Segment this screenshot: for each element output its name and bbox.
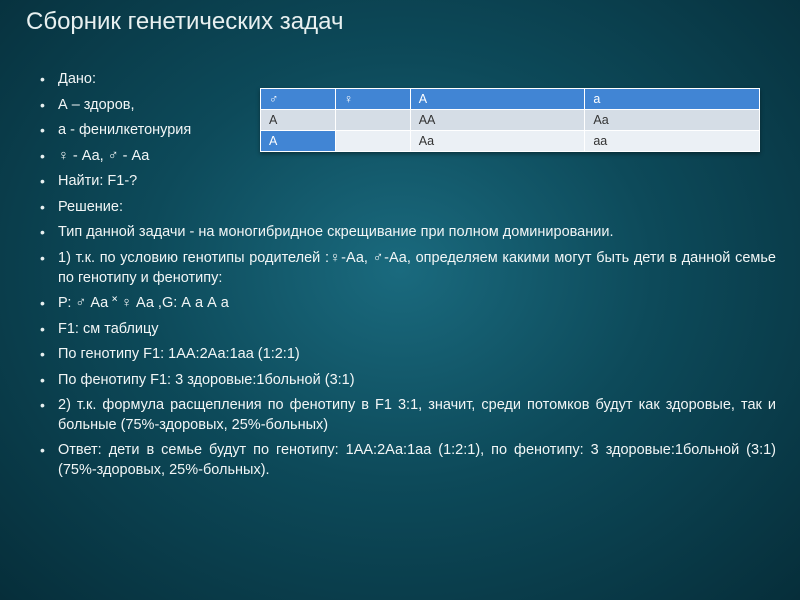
- cell: АА: [410, 110, 585, 131]
- list-item: 2) т.к. формула расщепления по фенотипу …: [40, 396, 776, 435]
- th-a: а: [585, 89, 760, 110]
- table-row: А АА Аа: [261, 110, 760, 131]
- cell: [335, 131, 410, 152]
- table-header-row: ♂ ♀ А а: [261, 89, 760, 110]
- cell: Аа: [585, 110, 760, 131]
- list-item: Дано:: [40, 70, 776, 90]
- list-item: Р: ♂ Аа ˟ ♀ Аа ,G: А а А а: [40, 294, 776, 314]
- th-male: ♂: [261, 89, 336, 110]
- list-item: Найти: F1-?: [40, 172, 776, 192]
- cell: А: [261, 131, 336, 152]
- cell: А: [261, 110, 336, 131]
- list-item: Решение:: [40, 198, 776, 218]
- list-item: По фенотипу F1: 3 здоровые:1больной (3:1…: [40, 371, 776, 391]
- list-item: Ответ: дети в семье будут по генотипу: 1…: [40, 441, 776, 480]
- list-item: 1) т.к. по условию генотипы родителей :♀…: [40, 249, 776, 288]
- slide-title: Сборник генетических задач: [26, 8, 343, 36]
- th-female: ♀: [335, 89, 410, 110]
- cell: аа: [585, 131, 760, 152]
- th-A: А: [410, 89, 585, 110]
- cell: [335, 110, 410, 131]
- cell: Аа: [410, 131, 585, 152]
- list-item: Тип данной задачи - на моногибридное скр…: [40, 223, 776, 243]
- punnett-table: ♂ ♀ А а А АА Аа А Аа аа: [260, 88, 760, 152]
- punnett-table-wrap: ♂ ♀ А а А АА Аа А Аа аа: [260, 88, 760, 152]
- list-item: По генотипу F1: 1АА:2Аа:1аа (1:2:1): [40, 345, 776, 365]
- list-item: F1: см таблицу: [40, 320, 776, 340]
- table-row: А Аа аа: [261, 131, 760, 152]
